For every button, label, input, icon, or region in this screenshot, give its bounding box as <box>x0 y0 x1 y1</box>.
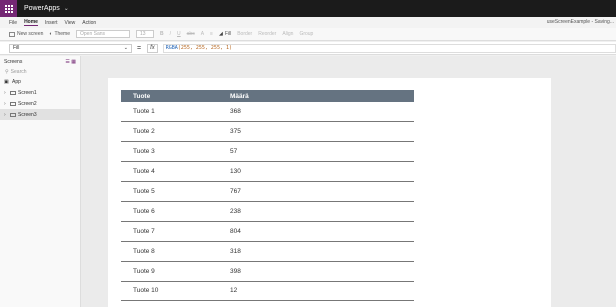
app-name[interactable]: PowerApps <box>17 5 60 12</box>
formula-args: (255, 255, 255, 1) <box>177 45 232 51</box>
screen-icon <box>10 90 16 95</box>
title-bar: PowerApps ⌄ <box>0 0 616 17</box>
theme-icon: ◐ <box>49 31 53 37</box>
theme-label: Theme <box>54 31 70 37</box>
quantity-cell: 375 <box>218 121 414 143</box>
underline-button[interactable]: U <box>177 31 181 37</box>
product-cell: Tuote 8 <box>121 241 218 262</box>
app-launcher-button[interactable] <box>0 0 17 17</box>
product-cell: Tuote 4 <box>121 161 218 183</box>
screens-panel-header: Screens ☰ ▦ <box>0 56 80 67</box>
menu-file[interactable]: File <box>9 20 17 26</box>
equals-sign: = <box>137 44 142 52</box>
quantity-cell: 368 <box>218 102 414 123</box>
reorder-button[interactable]: Reorder <box>258 31 276 37</box>
quantity-cell: 12 <box>218 281 414 302</box>
text-align-button[interactable]: ≡ <box>210 31 213 37</box>
font-size-select[interactable]: 13 <box>136 30 154 38</box>
product-cell: Tuote 7 <box>121 221 218 242</box>
quantity-cell: 238 <box>218 201 414 222</box>
fill-button[interactable]: ◢ Fill <box>219 31 231 37</box>
menu-view[interactable]: View <box>64 20 75 26</box>
paint-bucket-icon: ◢ <box>218 31 223 37</box>
property-select[interactable]: Fill ⌄ <box>9 43 132 53</box>
quantity-cell: 804 <box>218 221 414 242</box>
quantity-cell: 318 <box>218 241 414 262</box>
tree-item-screen3[interactable]: › Screen3 <box>0 109 80 120</box>
align-button[interactable]: Align <box>282 31 293 37</box>
quantity-cell: 57 <box>218 141 414 163</box>
tree-item-screen1[interactable]: › Screen1 <box>0 87 80 98</box>
tree-item-label: Screen3 <box>18 111 37 118</box>
screens-panel: Screens ☰ ▦ ⚲ Search ▣ App › Screen1 › S… <box>0 56 81 307</box>
font-select[interactable]: Open Sans <box>76 30 130 38</box>
app-icon: ▣ <box>4 78 9 85</box>
menu-insert[interactable]: Insert <box>45 20 58 26</box>
table-row[interactable]: Tuote 3 57 <box>121 141 414 163</box>
screen-icon <box>10 112 16 117</box>
theme-button[interactable]: ◐ Theme <box>49 31 70 37</box>
document-title: useScreenExample - Saving... <box>546 19 614 25</box>
product-cell: Tuote 6 <box>121 201 218 222</box>
menu-bar: File Home Insert View Action useScreenEx… <box>0 17 616 28</box>
formula-bar: Fill ⌄ = fx RGBA (255, 255, 255, 1) <box>0 42 616 55</box>
ribbon-toolbar: New screen ◐ Theme Open Sans 13 B / U ab… <box>0 28 616 41</box>
quantity-cell: 398 <box>218 261 414 282</box>
product-cell: Tuote 3 <box>121 141 218 163</box>
search-input[interactable]: ⚲ Search <box>2 67 78 76</box>
chevron-down-icon[interactable]: ⌄ <box>60 5 69 12</box>
column-header-maara[interactable]: Määrä <box>218 90 414 102</box>
table-row[interactable]: Tuote 6 238 <box>121 201 414 222</box>
tree-item-label: App <box>12 78 21 85</box>
data-table[interactable]: Tuote Määrä Tuote 1 368 Tuote 2 375 Tuote … <box>121 90 414 302</box>
table-row[interactable]: Tuote 9 398 <box>121 261 414 282</box>
canvas-area: Tuote Määrä Tuote 1 368 Tuote 2 375 Tuote … <box>81 56 616 307</box>
border-button[interactable]: Border <box>237 31 252 37</box>
new-screen-icon <box>9 31 15 37</box>
product-cell: Tuote 5 <box>121 181 218 202</box>
search-placeholder: Search <box>10 68 27 75</box>
italic-button[interactable]: / <box>170 31 171 37</box>
tree-item-label: Screen2 <box>18 100 37 107</box>
table-row[interactable]: Tuote 7 804 <box>121 221 414 242</box>
group-button[interactable]: Group <box>299 31 313 37</box>
screen-canvas[interactable]: Tuote Määrä Tuote 1 368 Tuote 2 375 Tuote … <box>108 78 551 307</box>
formula-function: RGBA <box>165 45 178 51</box>
menu-home[interactable]: Home <box>24 19 38 26</box>
tree-item-app[interactable]: ▣ App <box>0 76 80 87</box>
chevron-down-icon: ⌄ <box>123 45 128 51</box>
property-value: Fill <box>13 45 20 51</box>
tree-item-label: Screen1 <box>18 89 37 96</box>
bold-button[interactable]: B <box>160 31 164 37</box>
font-color-button[interactable]: A <box>201 31 204 37</box>
table-row[interactable]: Tuote 8 318 <box>121 241 414 262</box>
fill-label: Fill <box>224 31 232 37</box>
quantity-cell: 130 <box>218 161 414 183</box>
screens-panel-title: Screens <box>4 58 23 65</box>
menu-action[interactable]: Action <box>82 20 96 26</box>
table-row[interactable]: Tuote 5 767 <box>121 181 414 202</box>
new-screen-button[interactable]: New screen <box>9 31 43 37</box>
fx-button[interactable]: fx <box>147 43 158 53</box>
table-row[interactable]: Tuote 2 375 <box>121 121 414 143</box>
table-header-row: Tuote Määrä <box>121 90 414 102</box>
view-toggle-icon[interactable]: ☰ ▦ <box>65 59 76 65</box>
product-cell: Tuote 10 <box>121 281 218 302</box>
search-icon: ⚲ <box>5 68 9 75</box>
strikethrough-button[interactable]: abc <box>187 31 195 37</box>
table-row[interactable]: Tuote 4 130 <box>121 161 414 183</box>
product-cell: Tuote 2 <box>121 121 218 143</box>
tree-item-screen2[interactable]: › Screen2 <box>0 98 80 109</box>
table-row[interactable]: Tuote 1 368 <box>121 102 414 123</box>
table-row[interactable]: Tuote 10 12 <box>121 281 414 302</box>
quantity-cell: 767 <box>218 181 414 202</box>
formula-input[interactable]: RGBA (255, 255, 255, 1) <box>162 43 616 53</box>
column-header-tuote[interactable]: Tuote <box>121 90 218 102</box>
waffle-icon <box>4 4 13 13</box>
product-cell: Tuote 9 <box>121 261 218 282</box>
new-screen-label: New screen <box>17 31 44 37</box>
product-cell: Tuote 1 <box>121 102 218 123</box>
screen-icon <box>10 101 16 106</box>
